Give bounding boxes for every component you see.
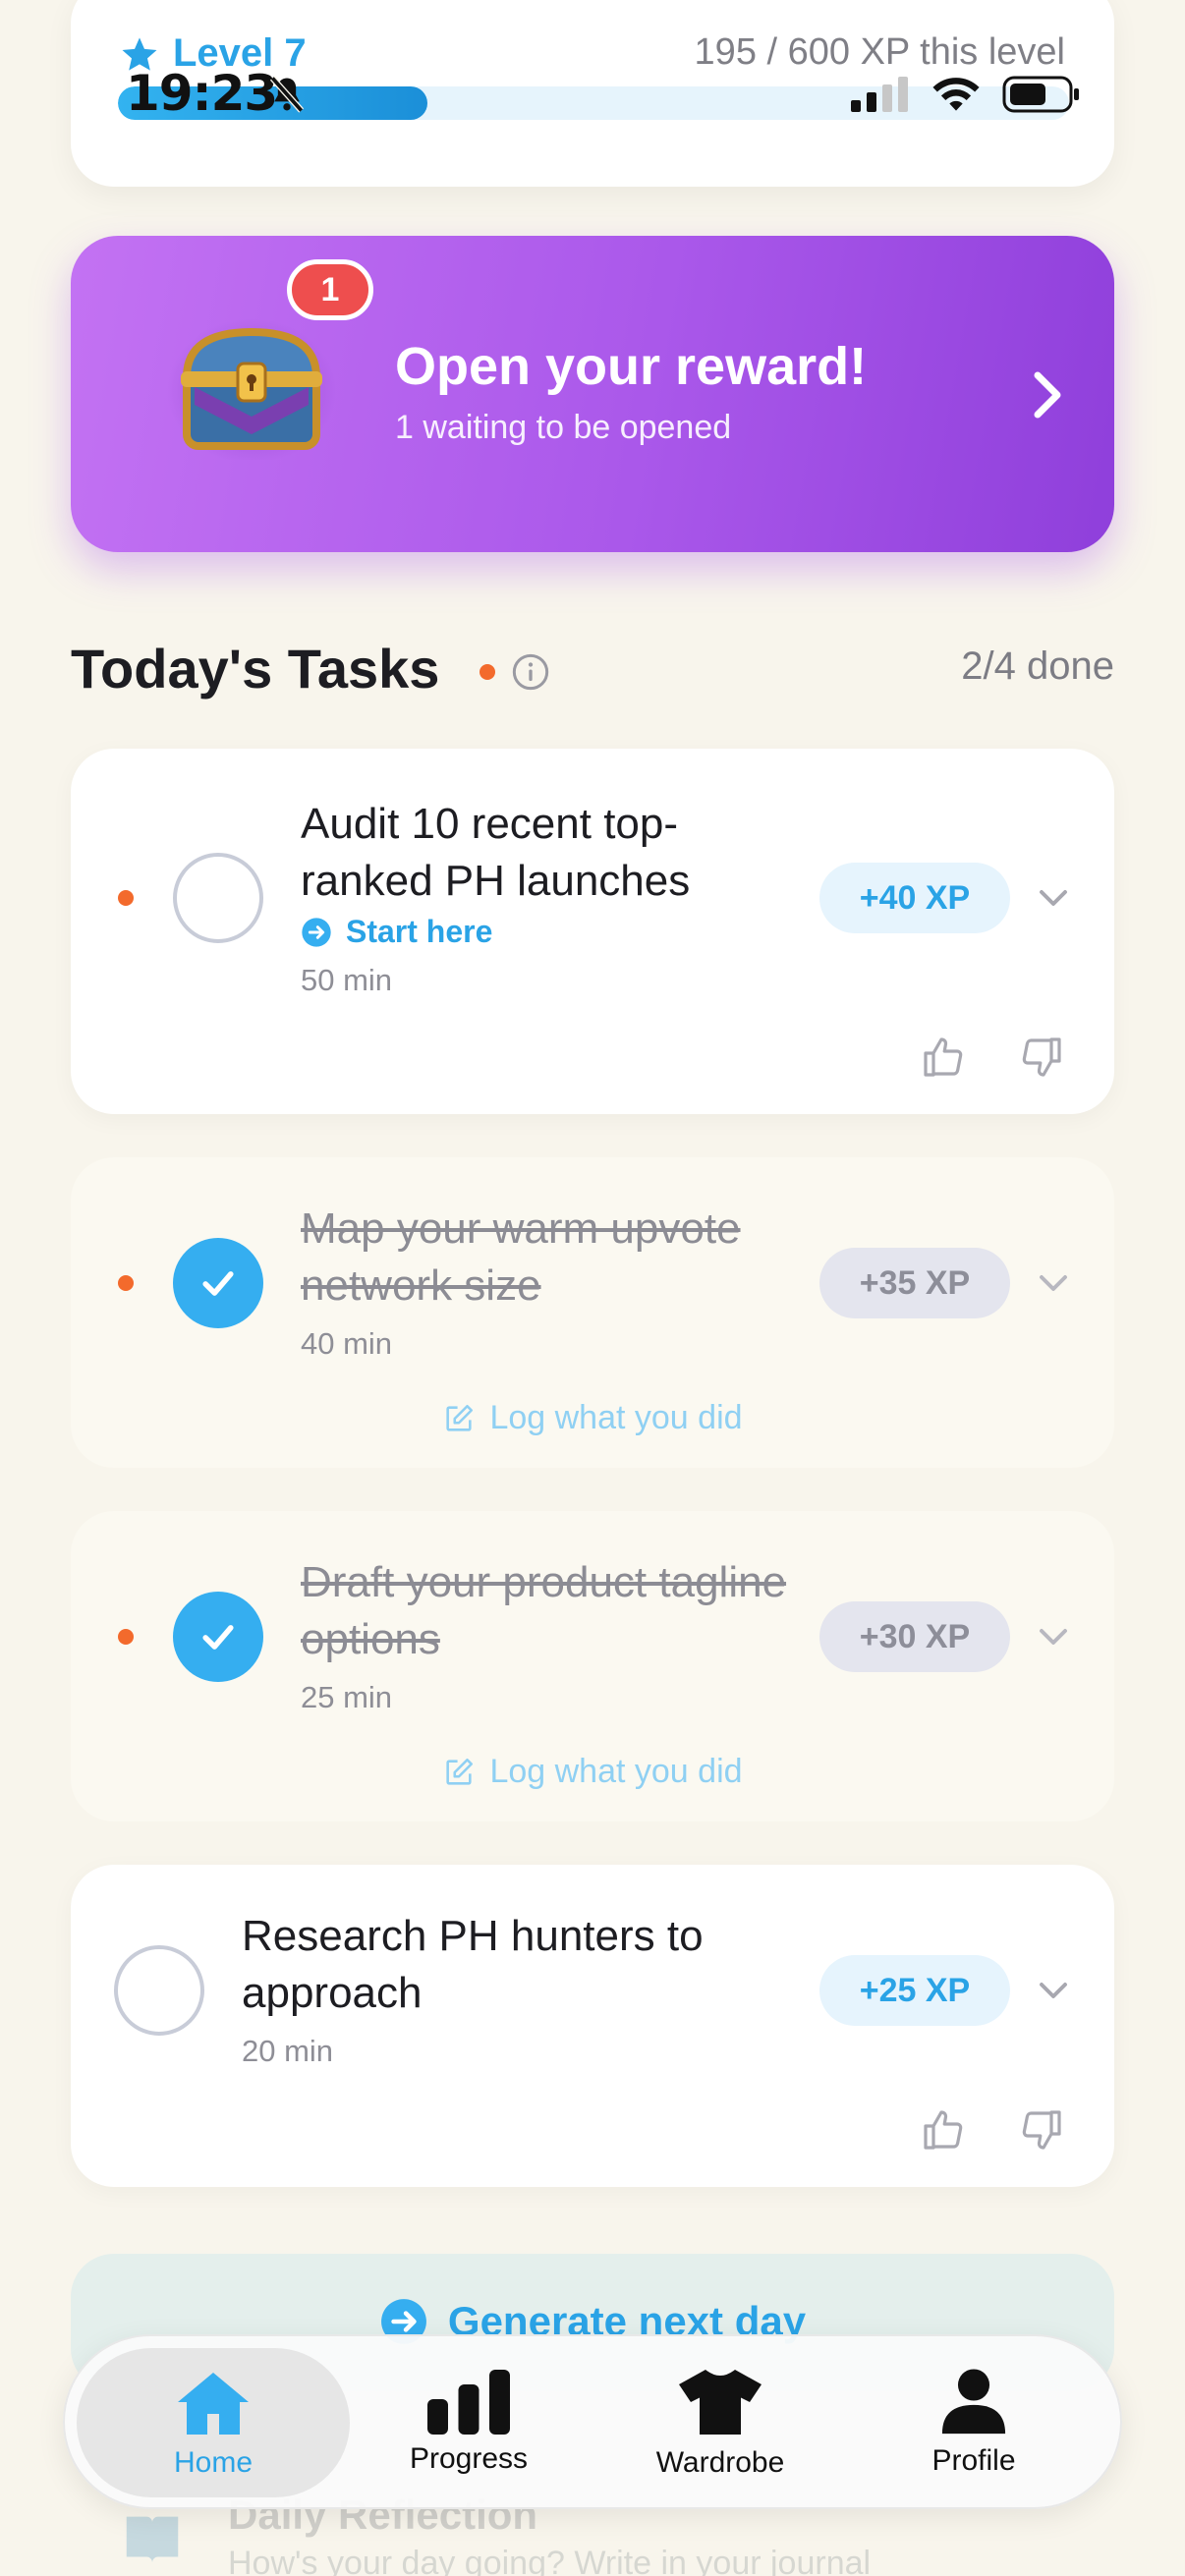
info-icon[interactable]: [511, 652, 550, 692]
section-title: Today's Tasks: [71, 638, 440, 700]
task-checkbox-checked[interactable]: [173, 1592, 263, 1682]
task-duration: 20 min: [242, 2034, 334, 2068]
feedback-buttons: [920, 2106, 1065, 2154]
chevron-down-icon[interactable]: [1036, 1975, 1071, 2006]
thumbs-down-icon[interactable]: [1018, 1034, 1065, 1081]
edit-icon: [446, 1758, 474, 1785]
task-title: Audit 10 recent top-ranked PH launches: [301, 800, 691, 905]
nav-label: Wardrobe: [655, 2446, 785, 2479]
nav-item-wardrobe[interactable]: Wardrobe: [584, 2348, 857, 2497]
nav-item-home[interactable]: Home: [77, 2348, 350, 2497]
task-priority-dot: [118, 1275, 134, 1291]
task-priority-dot: [118, 890, 134, 906]
book-icon: [126, 2516, 179, 2563]
task-card[interactable]: Research PH hunters to approach 20 min +…: [71, 1865, 1114, 2187]
status-time: 19:23: [126, 65, 278, 122]
status-indicators: [851, 75, 1081, 114]
task-duration: 40 min: [301, 1326, 393, 1361]
chevron-down-icon[interactable]: [1036, 1267, 1071, 1299]
bell-slash-icon: [269, 76, 305, 113]
chevron-right-icon[interactable]: [1028, 369, 1067, 420]
reward-subtitle: 1 waiting to be opened: [395, 409, 732, 446]
feedback-buttons: [920, 1034, 1065, 1081]
treasure-chest-icon: [167, 318, 336, 460]
task-card[interactable]: Draft your product tagline options 25 mi…: [71, 1511, 1114, 1821]
start-here-label: Start here: [346, 914, 493, 949]
reflection-subtitle: How's your day going? Write in your jour…: [228, 2545, 872, 2576]
task-title: Draft your product tagline options: [301, 1558, 787, 1663]
home-icon: [178, 2373, 249, 2435]
wifi-icon: [932, 78, 980, 111]
task-checkbox[interactable]: [173, 853, 263, 943]
nav-item-progress[interactable]: Progress: [332, 2348, 605, 2497]
task-xp-pill: +30 XP: [819, 1601, 1010, 1672]
thumbs-down-icon[interactable]: [1018, 2106, 1065, 2154]
log-what-you-did-link[interactable]: Log what you did: [71, 1399, 1114, 1437]
nav-item-profile[interactable]: Profile: [837, 2348, 1110, 2497]
task-xp-pill: +35 XP: [819, 1248, 1010, 1318]
nav-label: Home: [173, 2446, 254, 2479]
task-duration: 25 min: [301, 1680, 393, 1714]
edit-icon: [446, 1404, 474, 1431]
log-what-you-did-link[interactable]: Log what you did: [71, 1753, 1114, 1791]
cellular-signal-icon: [851, 77, 908, 112]
task-card[interactable]: Map your warm upvote network size 40 min…: [71, 1157, 1114, 1468]
thumbs-up-icon[interactable]: [920, 1034, 967, 1081]
thumbs-up-icon[interactable]: [920, 2106, 967, 2154]
checkmark-icon: [202, 1625, 234, 1650]
bottom-nav: Home Progress Wardrobe Profile: [63, 2334, 1122, 2509]
reward-title: Open your reward!: [395, 337, 868, 396]
task-duration: 50 min: [301, 963, 393, 997]
task-checkbox-checked[interactable]: [173, 1238, 263, 1328]
person-icon: [941, 2369, 1006, 2435]
checkmark-icon: [202, 1271, 234, 1296]
task-xp-pill: +40 XP: [819, 863, 1010, 933]
nav-label: Profile: [931, 2444, 1016, 2477]
tshirt-icon: [679, 2370, 762, 2435]
chevron-down-icon[interactable]: [1036, 1621, 1071, 1652]
tasks-done-count: 2/4 done: [961, 644, 1114, 688]
battery-icon: [1002, 76, 1079, 113]
task-card[interactable]: Audit 10 recent top-ranked PH launches S…: [71, 749, 1114, 1114]
arrow-circle-right-icon: [302, 917, 331, 947]
bar-chart-icon: [427, 2370, 510, 2435]
reward-card[interactable]: 1 Open your reward! 1 waiting to be open…: [71, 236, 1114, 552]
task-title: Research PH hunters to approach: [242, 1912, 704, 2017]
reward-count-badge: 1: [287, 259, 373, 320]
log-label: Log what you did: [489, 1753, 743, 1790]
task-checkbox[interactable]: [114, 1945, 204, 2036]
nav-label: Progress: [409, 2442, 529, 2475]
start-here-link[interactable]: Start here: [301, 914, 492, 950]
section-status-dot: [480, 664, 495, 680]
chevron-down-icon[interactable]: [1036, 882, 1071, 914]
log-label: Log what you did: [489, 1399, 743, 1436]
task-xp-pill: +25 XP: [819, 1955, 1010, 2026]
task-title: Map your warm upvote network size: [301, 1204, 741, 1310]
task-priority-dot: [118, 1629, 134, 1645]
level-xp-text: 195 / 600 XP this level: [694, 31, 1065, 73]
